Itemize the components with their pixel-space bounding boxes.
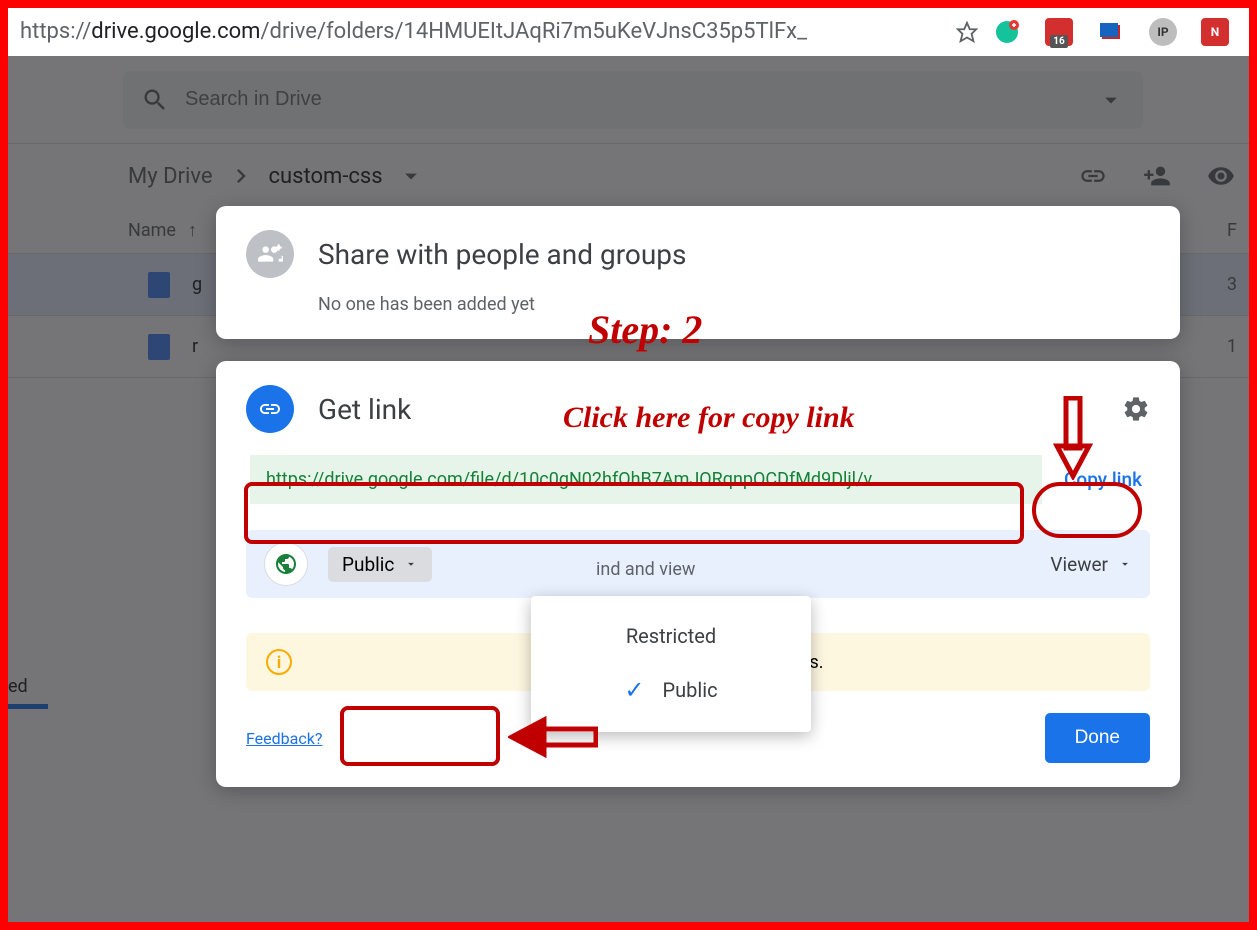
annotation-step: Step: 2: [588, 306, 702, 353]
share-title: Share with people and groups: [318, 238, 686, 271]
url-display[interactable]: https://drive.google.com/drive/folders/1…: [16, 13, 953, 50]
done-button[interactable]: Done: [1045, 713, 1150, 763]
feedback-link[interactable]: Feedback?: [246, 729, 322, 748]
ip-ext-icon[interactable]: IP: [1149, 18, 1177, 46]
grammarly-ext-icon[interactable]: [993, 18, 1021, 46]
box-ext-icon[interactable]: [1097, 18, 1125, 46]
access-option-public[interactable]: ✓ Public: [531, 662, 811, 718]
caret-down-icon: [404, 557, 418, 571]
access-dropdown[interactable]: Public: [328, 547, 432, 582]
arrow-down-icon: [1053, 396, 1093, 480]
link-circle-icon: [246, 385, 294, 433]
browser-address-bar: https://drive.google.com/drive/folders/1…: [8, 8, 1249, 56]
role-dropdown[interactable]: Viewer: [1050, 553, 1132, 576]
globe-icon: [264, 542, 308, 586]
check-icon: ✓: [624, 676, 644, 704]
bookmark-star-icon[interactable]: [953, 18, 981, 46]
annotation-box-public: [340, 706, 500, 766]
extension-icons: 16 IP N: [981, 18, 1241, 46]
info-icon: i: [266, 649, 292, 675]
getlink-title: Get link: [318, 393, 411, 426]
access-description-visible: ind and view: [596, 559, 695, 580]
caret-down-icon: [1118, 557, 1132, 571]
calendar-ext-icon[interactable]: 16: [1045, 18, 1073, 46]
annotation-box-link: [244, 482, 1024, 544]
annotation-click: Click here for copy link: [563, 401, 855, 435]
red-ext-icon[interactable]: N: [1201, 18, 1229, 46]
arrow-left-icon: [508, 716, 598, 758]
people-icon: [246, 230, 294, 278]
share-subtitle: No one has been added yet: [318, 294, 1150, 315]
access-dropdown-menu: Restricted ✓ Public: [531, 596, 811, 732]
annotation-box-copy: [1032, 482, 1142, 538]
access-option-restricted[interactable]: Restricted: [531, 610, 811, 662]
settings-gear-icon[interactable]: [1122, 395, 1150, 423]
